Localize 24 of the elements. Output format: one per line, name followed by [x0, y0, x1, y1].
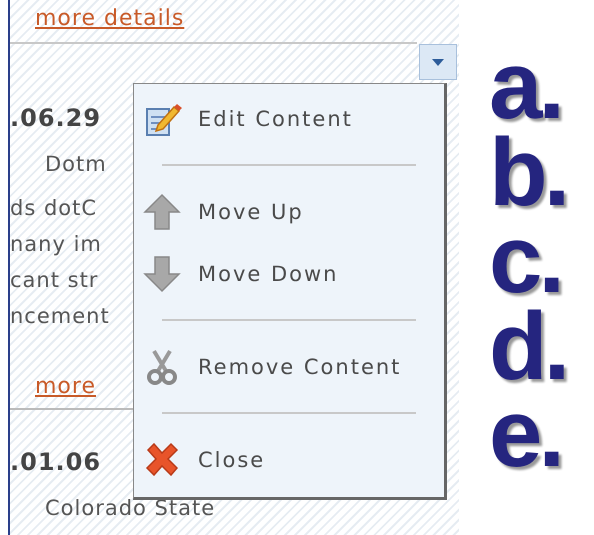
callout-letter: d.: [489, 303, 566, 390]
article-text: Dotm: [45, 151, 107, 178]
menu-item[interactable]: Move Up: [134, 181, 444, 243]
article-text: nany im: [10, 231, 102, 258]
menu-item[interactable]: Edit Content: [134, 88, 444, 150]
callout-letter: c.: [489, 216, 562, 303]
callout-letter: e.: [489, 390, 562, 477]
article-text: cant str: [10, 267, 98, 294]
arrow-up-icon: [142, 192, 182, 232]
arrow-down-icon: [142, 254, 182, 294]
article-text: ds dotC: [10, 195, 98, 222]
more-details-link[interactable]: more: [35, 374, 96, 398]
menu-item[interactable]: Remove Content: [134, 336, 444, 398]
callout-letter: a.: [489, 42, 562, 129]
article-date: .06.29: [10, 103, 102, 134]
menu-item[interactable]: Close: [134, 429, 444, 491]
article-text: Colorado State: [45, 495, 216, 522]
menu-item[interactable]: Move Down: [134, 243, 444, 305]
more-details-link[interactable]: more details: [35, 6, 184, 30]
article-text: ncement: [10, 303, 110, 330]
dropdown-button[interactable]: [419, 44, 457, 80]
article-date: .01.06: [10, 447, 102, 478]
caret-icon: [431, 58, 445, 66]
callout-letter: b.: [489, 129, 566, 216]
